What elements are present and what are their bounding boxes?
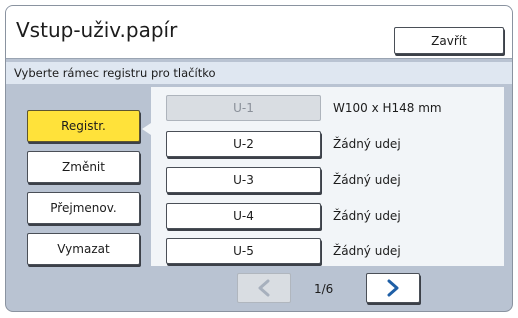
title-bar: Vstup-uživ.papír Zavřít	[6, 6, 512, 59]
previous-page-button[interactable]	[237, 273, 291, 303]
slot-u5-description: Žádný udej	[333, 244, 401, 258]
slot-u4-button[interactable]: U-4	[166, 203, 321, 229]
slot-list-panel: U-1 W100 x H148 mm U-2 Žádný udej U-3 Žá…	[151, 87, 504, 266]
slot-u3-description: Žádný udej	[333, 173, 401, 187]
delete-button[interactable]: Vymazat	[27, 233, 140, 265]
slot-u1-button[interactable]: U-1	[166, 95, 321, 121]
close-button[interactable]: Zavřít	[394, 27, 504, 54]
slot-u3-button[interactable]: U-3	[166, 167, 321, 193]
slot-u5-button[interactable]: U-5	[166, 238, 321, 264]
dialog-window: Vstup-uživ.papír Zavřít Vyberte rámec re…	[5, 5, 513, 312]
instruction-text: Vyberte rámec registru pro tlačítko	[14, 66, 216, 80]
chevron-left-icon	[256, 279, 272, 297]
page-indicator: 1/6	[314, 282, 334, 296]
rename-button[interactable]: Přejmenov.	[27, 192, 140, 224]
selection-pointer	[142, 123, 151, 135]
slot-u2-description: Žádný udej	[333, 137, 401, 151]
dialog-title: Vstup-uživ.papír	[16, 18, 178, 42]
change-button[interactable]: Změnit	[27, 151, 140, 183]
next-page-button[interactable]	[366, 273, 420, 303]
chevron-right-icon	[385, 279, 401, 297]
slot-u1-description: W100 x H148 mm	[333, 101, 442, 115]
slot-u2-button[interactable]: U-2	[166, 131, 321, 157]
register-button[interactable]: Registr.	[27, 110, 140, 142]
instruction-bar: Vyberte rámec registru pro tlačítko	[6, 62, 512, 84]
slot-u4-description: Žádný udej	[333, 209, 401, 223]
